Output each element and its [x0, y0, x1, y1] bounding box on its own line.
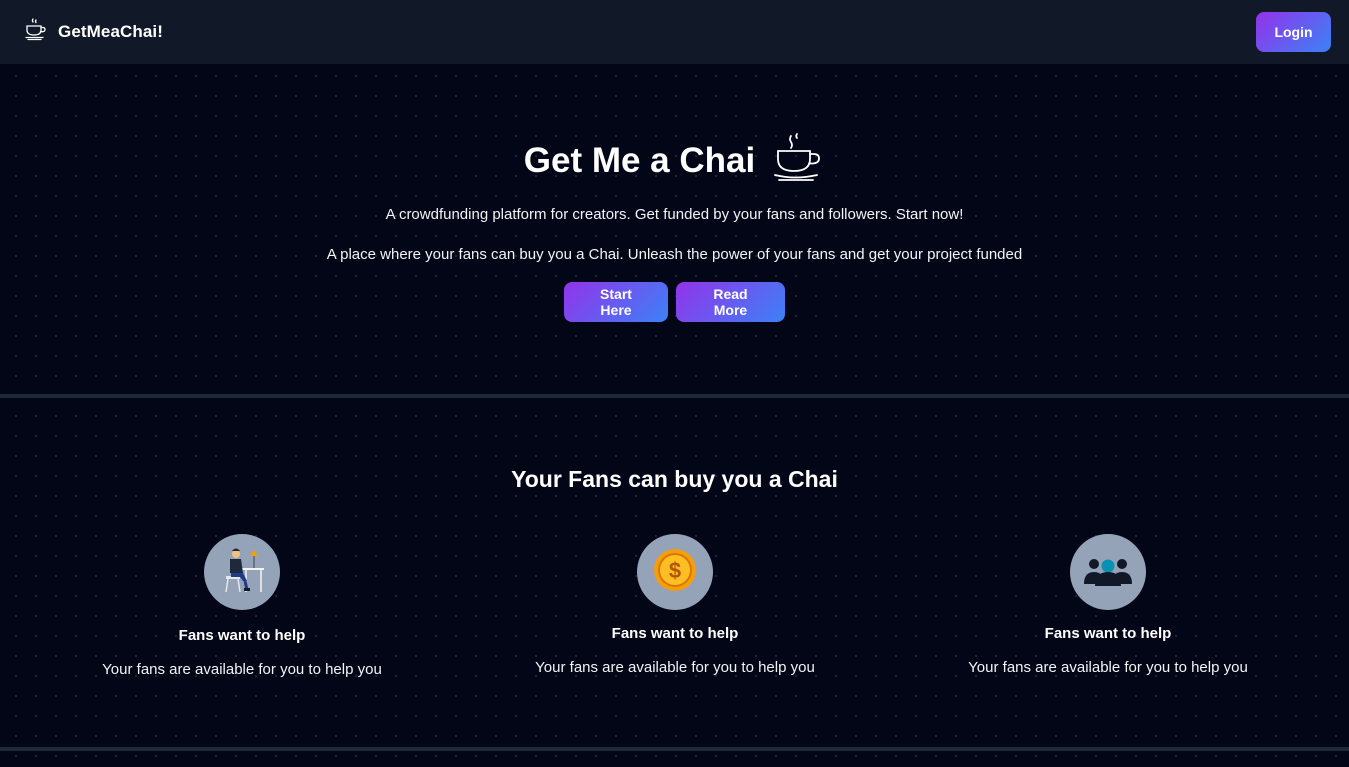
group-icon — [1080, 542, 1136, 603]
start-here-button[interactable]: Start Here — [564, 282, 668, 322]
section-divider — [0, 747, 1349, 751]
login-button[interactable]: Login — [1256, 12, 1331, 52]
feature-description: Your fans are available for you to help … — [535, 659, 815, 676]
tea-cup-icon — [24, 17, 48, 47]
man-working-icon — [214, 542, 270, 603]
hero-section: Get Me a Chai A crowdfunding platform fo… — [0, 64, 1349, 394]
hero-buttons: Start Here Read More — [0, 282, 1349, 322]
fans-section-title: Your Fans can buy you a Chai — [511, 466, 838, 492]
brand-title: GetMeaChai! — [58, 22, 164, 41]
read-more-button[interactable]: Read More — [676, 282, 785, 322]
navbar: GetMeaChai! Login — [0, 0, 1349, 64]
feature-icon-circle — [1070, 534, 1146, 610]
feature-title: Fans want to help — [1044, 625, 1172, 642]
hero-tagline: A crowdfunding platform for creators. Ge… — [385, 206, 964, 223]
coin-icon: $ — [652, 547, 698, 598]
fans-section: Your Fans can buy you a Chai Fans want t… — [0, 398, 1349, 747]
feature-description: Your fans are available for you to help … — [968, 659, 1248, 676]
hero-description: A place where your fans can buy you a Ch… — [326, 246, 1023, 263]
feature-card: Fans want to help Your fans are availabl… — [82, 534, 402, 678]
feature-title: Fans want to help — [611, 625, 739, 642]
svg-text:$: $ — [669, 558, 681, 583]
feature-card: $ Fans want to help Your fans are availa… — [515, 534, 835, 676]
feature-icon-circle: $ — [637, 534, 713, 610]
feature-card: Fans want to help Your fans are availabl… — [948, 534, 1268, 676]
brand[interactable]: GetMeaChai! — [24, 17, 164, 47]
feature-icon-circle — [204, 534, 280, 610]
feature-title: Fans want to help — [178, 627, 306, 644]
hero-title-row: Get Me a Chai — [0, 132, 1349, 189]
tea-cup-icon — [773, 132, 825, 189]
hero-title: Get Me a Chai — [523, 140, 756, 180]
feature-description: Your fans are available for you to help … — [102, 661, 382, 678]
